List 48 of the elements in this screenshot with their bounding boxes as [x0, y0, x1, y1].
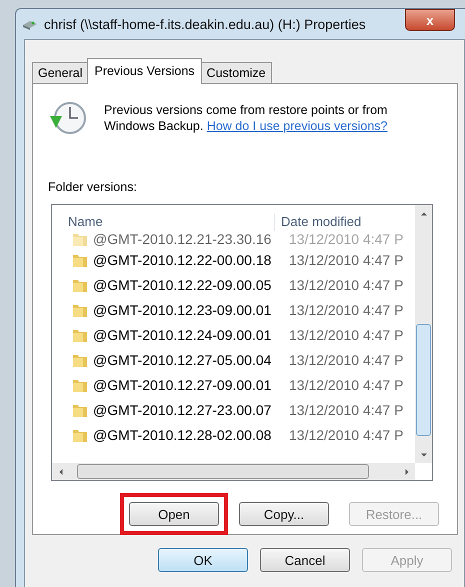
action-button[interactable]: Open — [129, 502, 219, 526]
version-row[interactable]: @GMT-2010.12.22-00.00.18 13/12/2010 4:47 P — [52, 247, 415, 272]
version-name: @GMT-2010.12.27-09.00.01 — [93, 376, 272, 392]
vertical-scrollbar[interactable] — [415, 205, 432, 463]
version-row[interactable]: @GMT-2010.12.27-09.00.01 13/12/2010 4:47 P — [52, 372, 415, 397]
version-row[interactable]: @GMT-2010.12.22-09.00.05 13/12/2010 4:47 P — [52, 272, 415, 297]
version-date: 13/12/2010 4:47 P — [289, 252, 404, 268]
version-row[interactable]: @GMT-2010.12.27-05.00.04 13/12/2010 4:47 P — [52, 347, 415, 372]
version-name: @GMT-2010.12.24-09.00.01 — [93, 326, 272, 342]
version-row[interactable]: @GMT-2010.12.27-23.00.07 13/12/2010 4:47 P — [52, 397, 415, 422]
folder-icon — [72, 231, 88, 247]
action-button[interactable]: Copy... — [239, 502, 329, 526]
tab[interactable]: General — [32, 62, 88, 83]
version-row[interactable]: @GMT-2010.12.21-23.30.16 13/12/2010 4:47 P — [52, 231, 415, 247]
version-date: 13/12/2010 4:47 P — [289, 302, 404, 318]
intro-text: Previous versions come from restore points or from Windows Backup. How do I use previous versions? — [104, 102, 388, 135]
column-header[interactable]: Date modified — [275, 214, 362, 231]
window-title: chrisf (\\staff-home-f.its.deakin.edu.au) (H:) Properties — [44, 16, 367, 32]
dialog-button[interactable]: Cancel — [260, 548, 350, 572]
drive-icon — [22, 18, 38, 30]
version-row[interactable]: @GMT-2010.12.23-09.00.01 13/12/2010 4:47 P — [52, 297, 415, 322]
scroll-left-icon[interactable] — [58, 468, 64, 474]
version-name: @GMT-2010.12.21-23.30.16 — [93, 231, 272, 247]
version-name: @GMT-2010.12.27-05.00.04 — [93, 352, 272, 368]
version-date: 13/12/2010 4:47 P — [289, 276, 404, 292]
version-name: @GMT-2010.12.22-09.00.05 — [93, 276, 272, 292]
version-name: @GMT-2010.12.28-02.00.08 — [93, 426, 272, 442]
version-date: 13/12/2010 4:47 P — [289, 402, 404, 418]
tab[interactable]: Customize — [200, 62, 272, 83]
tab[interactable]: Previous Versions — [87, 58, 202, 84]
version-name: @GMT-2010.12.27-23.00.07 — [93, 402, 272, 418]
version-name: @GMT-2010.12.22-00.00.18 — [93, 252, 272, 268]
version-name: @GMT-2010.12.23-09.00.01 — [93, 302, 272, 318]
horizontal-scrollbar[interactable] — [52, 463, 415, 480]
version-date: 13/12/2010 4:47 P — [289, 352, 404, 368]
column-header[interactable]: Name — [52, 214, 275, 231]
version-date: 13/12/2010 4:47 P — [289, 326, 404, 342]
scroll-up-icon[interactable] — [420, 210, 426, 216]
version-date: 13/12/2010 4:47 P — [289, 231, 404, 247]
version-row[interactable]: @GMT-2010.12.24-09.00.01 13/12/2010 4:47 P — [52, 322, 415, 347]
help-link[interactable]: How do I use previous versions? — [206, 119, 388, 133]
version-row[interactable]: @GMT-2010.12.28-02.00.08 13/12/2010 4:47 P — [52, 422, 415, 447]
dialog-button[interactable]: OK — [158, 548, 248, 572]
version-date: 13/12/2010 4:47 P — [289, 426, 404, 442]
version-date: 13/12/2010 4:47 P — [289, 376, 404, 392]
scroll-down-icon[interactable] — [420, 452, 426, 458]
scroll-right-icon[interactable] — [404, 468, 410, 474]
folder-versions-label: Folder versions: — [48, 180, 138, 194]
